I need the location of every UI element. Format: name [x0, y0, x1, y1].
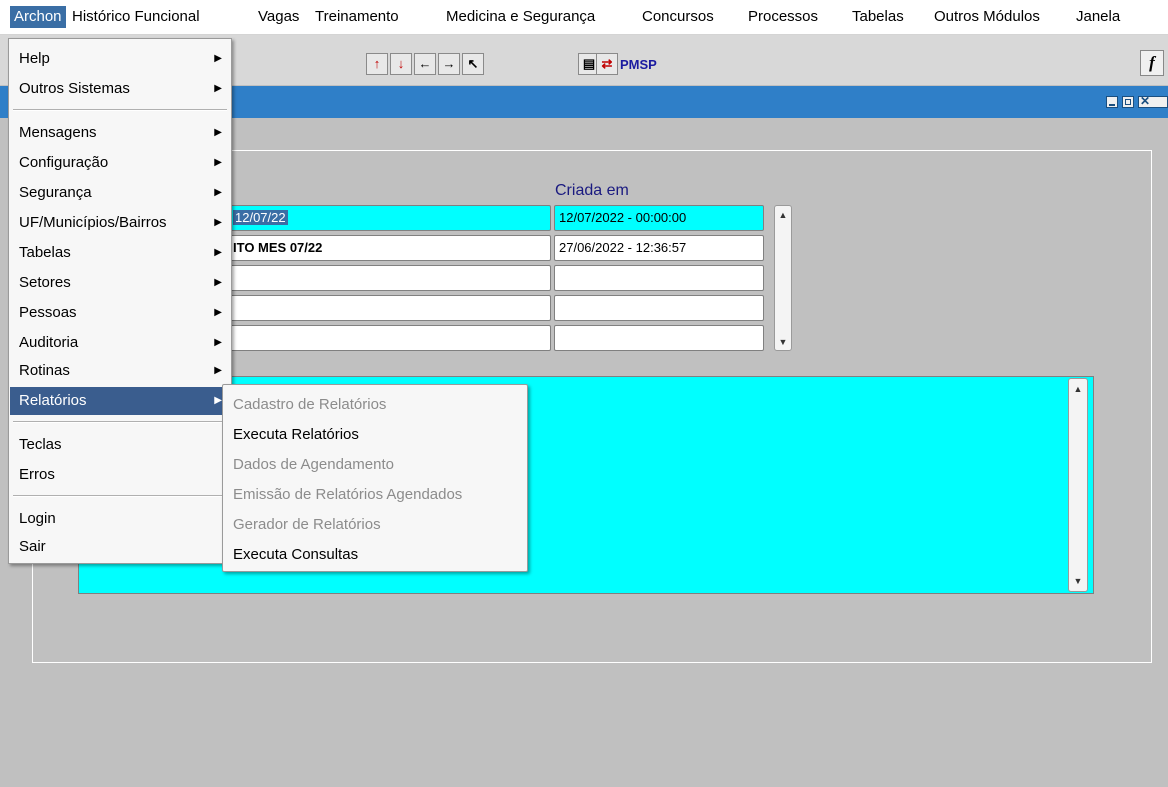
menu-item-pessoas[interactable]: Pessoas ▶: [10, 299, 230, 327]
scroll-up-icon[interactable]: ▲: [1072, 383, 1084, 395]
menu-item-erros[interactable]: Erros: [10, 461, 230, 489]
row-3-created-field[interactable]: [554, 265, 764, 291]
menu-bar: Archon Histórico Funcional Vagas Treinam…: [0, 0, 1168, 35]
row-4-created-field[interactable]: [554, 295, 764, 321]
menu-item-label: Setores: [19, 274, 71, 291]
menu-item-sair[interactable]: Sair: [10, 533, 230, 561]
submenu-arrow-icon: ▶: [214, 277, 222, 288]
submenu-arrow-icon: ▶: [214, 247, 222, 258]
submenu-arrow-icon: ▶: [214, 365, 222, 376]
submenu-arrow-icon: ▶: [214, 83, 222, 94]
menu-processos[interactable]: Processos: [744, 6, 822, 28]
function-button[interactable]: f: [1140, 50, 1164, 76]
menu-item-mensagens[interactable]: Mensagens ▶: [10, 119, 230, 147]
maximize-icon[interactable]: [1122, 96, 1134, 108]
menu-historico-funcional[interactable]: Histórico Funcional: [68, 6, 204, 28]
submenu-arrow-icon: ▶: [214, 53, 222, 64]
menu-separator: [13, 495, 227, 497]
menu-vagas[interactable]: Vagas: [254, 6, 303, 28]
menu-item-rotinas[interactable]: Rotinas ▶: [10, 357, 230, 385]
menu-item-help[interactable]: Help ▶: [10, 45, 230, 73]
row-5-created-field[interactable]: [554, 325, 764, 351]
cell-text: 12/07/22: [233, 210, 288, 225]
submenu-item-gerador-relatorios: Gerador de Relatórios: [233, 516, 381, 533]
menu-item-label: Relatórios: [19, 392, 87, 409]
row-3-name-field[interactable]: [228, 265, 551, 291]
scroll-down-icon[interactable]: ▼: [777, 336, 789, 348]
submenu-item-executa-consultas[interactable]: Executa Consultas: [224, 541, 526, 569]
scroll-up-icon[interactable]: ▲: [777, 209, 789, 221]
menu-item-uf-municipios-bairros[interactable]: UF/Municípios/Bairros ▶: [10, 209, 230, 237]
help-cursor-icon[interactable]: ↖: [462, 53, 484, 75]
row-1-name-field[interactable]: 12/07/22: [228, 205, 551, 231]
submenu-item-executa-relatorios[interactable]: Executa Relatórios: [224, 421, 526, 449]
menu-janela[interactable]: Janela: [1072, 6, 1124, 28]
pmsp-label: PMSP: [620, 57, 657, 72]
submenu-arrow-icon: ▶: [214, 187, 222, 198]
text-area-scrollbar[interactable]: ▲ ▼: [1068, 378, 1088, 592]
submenu-arrow-icon: ▶: [214, 127, 222, 138]
row-1-created-field[interactable]: 12/07/2022 - 00:00:00: [554, 205, 764, 231]
menu-item-label: Mensagens: [19, 124, 97, 141]
menu-item-label: UF/Municípios/Bairros: [19, 214, 167, 231]
column-header-created: Criada em: [555, 182, 629, 199]
menu-item-label: Pessoas: [19, 304, 77, 321]
grid-scrollbar[interactable]: ▲ ▼: [774, 205, 792, 351]
menu-item-teclas[interactable]: Teclas: [10, 431, 230, 459]
menu-separator: [13, 421, 227, 423]
menu-item-label: Auditoria: [19, 334, 79, 351]
menu-item-label: Login: [19, 510, 56, 527]
submenu-item-cadastro-relatorios: Cadastro de Relatórios: [233, 396, 387, 413]
menu-item-auditoria[interactable]: Auditoria ▶: [10, 329, 230, 357]
submenu-arrow-icon: ▶: [214, 217, 222, 228]
menu-item-label: Rotinas: [19, 362, 70, 379]
submenu-item-emissao-relatorios-agendados: Emissão de Relatórios Agendados: [233, 486, 463, 503]
menu-treinamento[interactable]: Treinamento: [311, 6, 403, 28]
menu-item-tabelas[interactable]: Tabelas ▶: [10, 239, 230, 267]
archon-dropdown-menu: Help ▶ Outros Sistemas ▶ Mensagens ▶ Config…: [8, 38, 232, 564]
close-icon[interactable]: ✕: [1138, 94, 1168, 108]
menu-concursos[interactable]: Concursos: [638, 6, 718, 28]
submenu-arrow-icon: ▶: [214, 157, 222, 168]
menu-item-login[interactable]: Login: [10, 505, 230, 533]
row-2-created-field[interactable]: 27/06/2022 - 12:36:57: [554, 235, 764, 261]
row-5-name-field[interactable]: [228, 325, 551, 351]
scroll-down-icon[interactable]: ▼: [1072, 575, 1084, 587]
menu-outros-modulos[interactable]: Outros Módulos: [930, 6, 1044, 28]
menu-item-label: Outros Sistemas: [19, 80, 130, 97]
menu-item-label: Erros: [19, 466, 55, 483]
menu-tabelas[interactable]: Tabelas: [848, 6, 908, 28]
minimize-icon[interactable]: [1106, 96, 1118, 108]
submenu-item-dados-agendamento: Dados de Agendamento: [233, 456, 394, 473]
menu-item-seguranca[interactable]: Segurança ▶: [10, 179, 230, 207]
menu-archon[interactable]: Archon: [10, 6, 66, 28]
menu-item-label: Configuração: [19, 154, 109, 171]
menu-separator: [13, 109, 227, 111]
down-r-icon[interactable]: ↓: [390, 53, 412, 75]
up-r-icon[interactable]: ↑: [366, 53, 388, 75]
row-2-name-field[interactable]: ITO MES 07/22: [228, 235, 551, 261]
menu-item-label: Tabelas: [19, 244, 71, 261]
menu-item-configuracao[interactable]: Configuração ▶: [10, 149, 230, 177]
menu-medicina-seguranca[interactable]: Medicina e Segurança: [442, 6, 599, 28]
menu-item-label: Help: [19, 50, 50, 67]
submenu-arrow-icon: ▶: [214, 337, 222, 348]
row-4-name-field[interactable]: [228, 295, 551, 321]
arrow-left-icon[interactable]: ←: [414, 53, 436, 75]
arrow-right-icon[interactable]: →: [438, 53, 460, 75]
menu-item-label: Segurança: [19, 184, 92, 201]
submenu-arrow-icon: ▶: [214, 307, 222, 318]
menu-item-outros-sistemas[interactable]: Outros Sistemas ▶: [10, 75, 230, 103]
relatorios-submenu: Cadastro de Relatórios Executa Relatório…: [222, 384, 528, 572]
submenu-arrow-icon: ▶: [214, 395, 222, 406]
menu-item-label: Teclas: [19, 436, 62, 453]
menu-item-relatorios[interactable]: Relatórios ▶: [10, 387, 230, 415]
emp-icon[interactable]: ⇄: [596, 53, 618, 75]
menu-item-label: Sair: [19, 538, 46, 555]
menu-item-setores[interactable]: Setores ▶: [10, 269, 230, 297]
